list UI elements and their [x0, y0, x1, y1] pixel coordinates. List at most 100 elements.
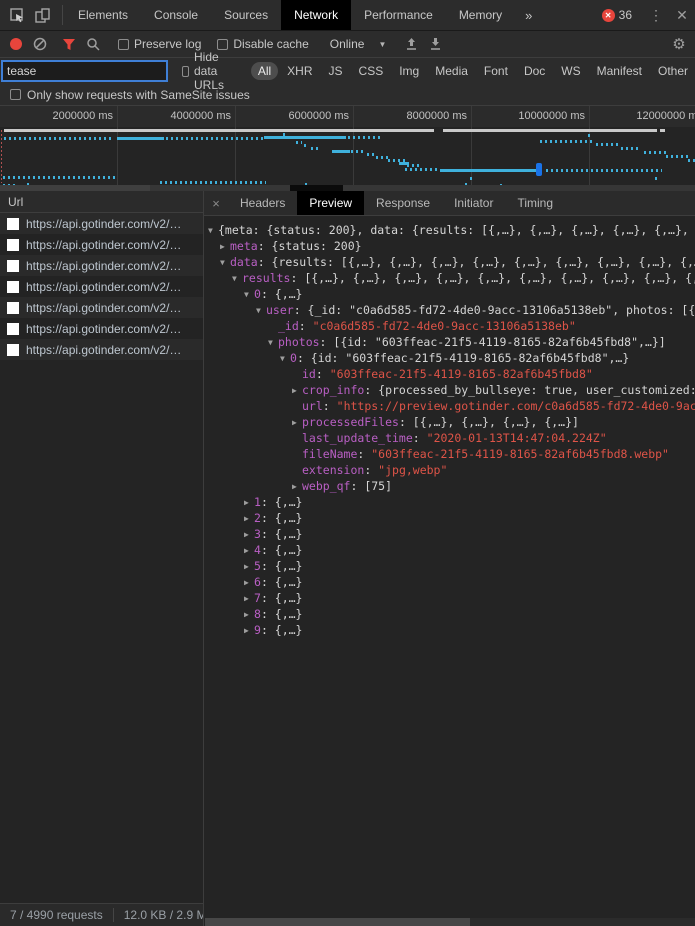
tab-console[interactable]: Console [141, 0, 211, 30]
filter-type-js[interactable]: JS [322, 62, 350, 80]
collapse-arrow-icon[interactable]: ▼ [244, 287, 254, 303]
samesite-filter-row[interactable]: Only show requests with SameSite issues [0, 84, 695, 106]
filter-type-manifest[interactable]: Manifest [590, 62, 649, 80]
close-details-icon[interactable]: × [204, 191, 228, 215]
collapse-arrow-icon[interactable]: ▼ [256, 303, 266, 319]
json-tree-row[interactable]: ▶8: {,…} [208, 606, 695, 622]
request-row[interactable]: https://api.gotinder.com/v2/… [0, 213, 203, 234]
network-overview-timeline[interactable]: 2000000 ms4000000 ms6000000 ms8000000 ms… [0, 106, 695, 192]
filter-type-xhr[interactable]: XHR [280, 62, 319, 80]
filter-input[interactable] [1, 60, 168, 82]
expand-arrow-icon[interactable]: ▶ [220, 239, 230, 255]
json-tree-row[interactable]: ▶3: {,…} [208, 526, 695, 542]
json-tree-row[interactable]: ▼0: {,…} [208, 286, 695, 302]
collapse-arrow-icon[interactable]: ▼ [268, 335, 278, 351]
expand-arrow-icon[interactable]: ▶ [244, 607, 254, 623]
expand-arrow-icon[interactable]: ▶ [244, 559, 254, 575]
json-tree-row[interactable]: ▶9: {,…} [208, 622, 695, 638]
expand-arrow-icon[interactable]: ▶ [244, 543, 254, 559]
expand-arrow-icon[interactable]: ▶ [292, 415, 302, 431]
request-row[interactable]: https://api.gotinder.com/v2/… [0, 276, 203, 297]
json-tree-row[interactable]: _id: "c0a6d585-fd72-4de0-9acc-13106a5138… [208, 318, 695, 334]
json-tree-row[interactable]: url: "https://preview.gotinder.com/c0a6d… [208, 398, 695, 414]
json-tree-row[interactable]: ▶processedFiles: [{,…}, {,…}, {,…}, {,…}… [208, 414, 695, 430]
details-tab-headers[interactable]: Headers [228, 191, 297, 215]
request-row[interactable]: https://api.gotinder.com/v2/… [0, 339, 203, 360]
json-tree-row[interactable]: ▶4: {,…} [208, 542, 695, 558]
details-tab-response[interactable]: Response [364, 191, 442, 215]
request-row[interactable]: https://api.gotinder.com/v2/… [0, 297, 203, 318]
filter-type-all[interactable]: All [251, 62, 278, 80]
json-tree-row[interactable]: ▶webp_qf: [75] [208, 478, 695, 494]
json-tree-row[interactable]: ▼{meta: {status: 200}, data: {results: [… [208, 222, 695, 238]
device-toolbar-icon[interactable] [30, 3, 56, 27]
expand-arrow-icon[interactable]: ▶ [244, 511, 254, 527]
expand-arrow-icon[interactable]: ▶ [244, 623, 254, 639]
json-tree-row[interactable]: ▼results: [{,…}, {,…}, {,…}, {,…}, {,…},… [208, 270, 695, 286]
tab-performance[interactable]: Performance [351, 0, 446, 30]
filter-type-media[interactable]: Media [428, 62, 475, 80]
json-tree-row[interactable]: ▶1: {,…} [208, 494, 695, 510]
json-tree-row[interactable]: ▼0: {id: "603ffeac-21f5-4119-8165-82af6b… [208, 350, 695, 366]
json-tree-row[interactable]: ▼user: {_id: "c0a6d585-fd72-4de0-9acc-13… [208, 302, 695, 318]
expand-arrow-icon[interactable]: ▶ [292, 383, 302, 399]
json-tree-row[interactable]: ▶2: {,…} [208, 510, 695, 526]
preserve-log-checkbox[interactable]: Preserve log [118, 37, 201, 51]
json-tree-row[interactable]: fileName: "603ffeac-21f5-4119-8165-82af6… [208, 446, 695, 462]
disable-cache-checkbox[interactable]: Disable cache [217, 37, 308, 51]
request-row[interactable]: https://api.gotinder.com/v2/… [0, 318, 203, 339]
filter-type-img[interactable]: Img [392, 62, 426, 80]
json-tree-row[interactable]: ▶meta: {status: 200} [208, 238, 695, 254]
collapse-arrow-icon[interactable]: ▼ [208, 223, 218, 239]
tab-network[interactable]: Network [281, 0, 351, 30]
json-tree-row[interactable]: ▶6: {,…} [208, 574, 695, 590]
network-settings-button[interactable]: ⚙ [667, 33, 691, 55]
tab-memory[interactable]: Memory [446, 0, 515, 30]
export-har-button[interactable] [423, 33, 447, 55]
json-tree-row[interactable]: id: "603ffeac-21f5-4119-8165-82af6b45fbd… [208, 366, 695, 382]
hide-data-urls-checkbox[interactable]: Hide data URLs [182, 50, 241, 92]
json-tree-row[interactable]: last_update_time: "2020-01-13T14:47:04.2… [208, 430, 695, 446]
inspect-element-icon[interactable] [4, 3, 30, 27]
tab-elements[interactable]: Elements [65, 0, 141, 30]
filter-button[interactable] [57, 33, 81, 55]
expand-arrow-icon[interactable]: ▶ [244, 495, 254, 511]
request-row[interactable]: https://api.gotinder.com/v2/… [0, 234, 203, 255]
json-tree-row[interactable]: ▶5: {,…} [208, 558, 695, 574]
timeline-scrubber-handle[interactable] [536, 163, 542, 176]
details-horizontal-scrollbar[interactable] [205, 918, 695, 926]
devtools-close-icon[interactable]: ✕ [669, 3, 695, 27]
expand-arrow-icon[interactable]: ▶ [244, 527, 254, 543]
collapse-arrow-icon[interactable]: ▼ [220, 255, 230, 271]
devtools-menu-icon[interactable]: ⋮ [643, 3, 669, 27]
filter-type-css[interactable]: CSS [352, 62, 391, 80]
throttling-dropdown[interactable]: Online ▼ [322, 37, 395, 51]
expand-arrow-icon[interactable]: ▶ [244, 591, 254, 607]
expand-arrow-icon[interactable]: ▶ [292, 479, 302, 495]
json-tree-row[interactable]: ▼data: {results: [{,…}, {,…}, {,…}, {,…}… [208, 254, 695, 270]
tab-sources[interactable]: Sources [211, 0, 281, 30]
json-tree-row[interactable]: extension: "jpg,webp" [208, 462, 695, 478]
json-tree-row[interactable]: ▶crop_info: {processed_by_bullseye: true… [208, 382, 695, 398]
scrollbar-thumb[interactable] [205, 918, 470, 926]
filter-type-doc[interactable]: Doc [517, 62, 552, 80]
details-tab-timing[interactable]: Timing [505, 191, 565, 215]
record-button[interactable] [4, 33, 28, 55]
collapse-arrow-icon[interactable]: ▼ [280, 351, 290, 367]
console-error-badge[interactable]: ✕ 36 [596, 8, 638, 22]
collapse-arrow-icon[interactable]: ▼ [232, 271, 242, 287]
clear-button[interactable] [28, 33, 52, 55]
search-button[interactable] [81, 33, 105, 55]
import-har-button[interactable] [399, 33, 423, 55]
url-column-header[interactable]: Url [0, 191, 203, 213]
json-tree-row[interactable]: ▼photos: [{id: "603ffeac-21f5-4119-8165-… [208, 334, 695, 350]
expand-arrow-icon[interactable]: ▶ [244, 575, 254, 591]
details-tab-preview[interactable]: Preview [297, 191, 364, 215]
details-tab-initiator[interactable]: Initiator [442, 191, 505, 215]
request-row[interactable]: https://api.gotinder.com/v2/… [0, 255, 203, 276]
filter-type-font[interactable]: Font [477, 62, 515, 80]
more-tabs-button[interactable]: » [515, 0, 542, 30]
filter-type-ws[interactable]: WS [554, 62, 587, 80]
filter-type-other[interactable]: Other [651, 62, 695, 80]
json-tree-row[interactable]: ▶7: {,…} [208, 590, 695, 606]
